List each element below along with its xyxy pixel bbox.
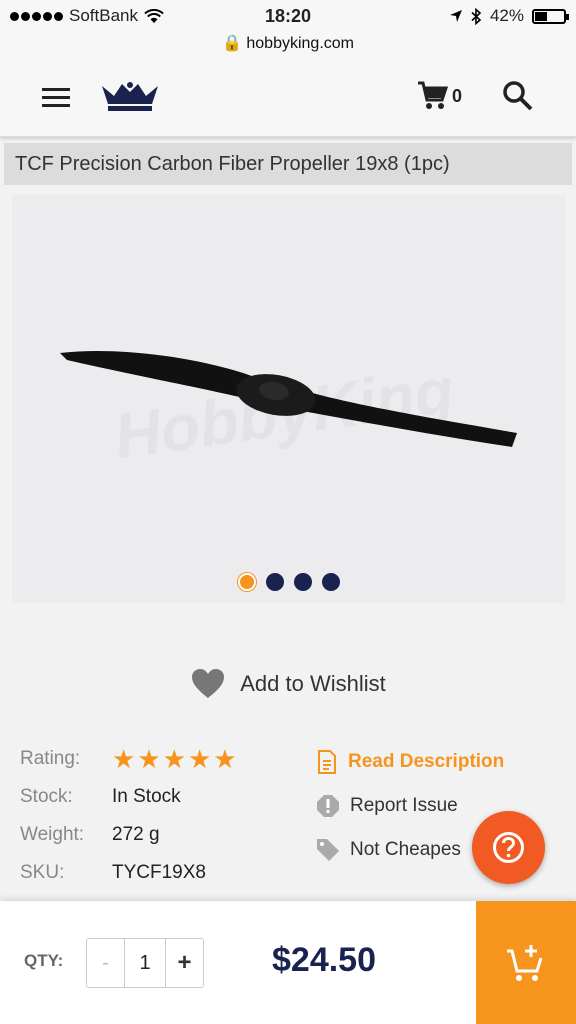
wishlist-button[interactable]: Add to Wishlist xyxy=(0,668,576,700)
read-description-link[interactable]: Read Description xyxy=(316,740,504,784)
stock-label: Stock: xyxy=(20,786,73,807)
report-issue-label: Report Issue xyxy=(350,795,458,816)
add-to-cart-icon xyxy=(507,944,543,981)
star-icon: ★ xyxy=(137,744,161,774)
star-icon: ★ xyxy=(187,744,212,774)
product-details: Rating: ★ ★ ★ ★ ★ Stock: In Stock Weight: 27… xyxy=(20,740,237,892)
weight-row: Weight: 272 g xyxy=(20,816,237,854)
star-icon: ★ xyxy=(112,744,136,774)
purchase-bar: QTY: - 1 + $24.50 xyxy=(0,901,576,1024)
sku-row: SKU: TYCF19X8 xyxy=(20,854,237,892)
qty-input[interactable]: 1 xyxy=(125,939,165,987)
rating-label: Rating: xyxy=(20,748,81,769)
stock-value: In Stock xyxy=(112,786,181,807)
document-icon xyxy=(318,750,336,774)
carousel-dot[interactable] xyxy=(293,573,312,591)
question-icon xyxy=(493,832,524,863)
weight-label: Weight: xyxy=(20,824,85,845)
carousel-dot[interactable] xyxy=(321,573,340,591)
not-cheapest-label: Not Cheapes xyxy=(350,839,461,860)
site-logo[interactable] xyxy=(100,80,160,117)
weight-value: 272 g xyxy=(112,824,160,845)
qty-decrease-button[interactable]: - xyxy=(87,939,125,987)
product-price: $24.50 xyxy=(272,941,376,979)
search-icon xyxy=(503,81,533,111)
lock-icon: 🔒 xyxy=(222,35,242,52)
qty-label: QTY: xyxy=(24,951,64,970)
product-title: TCF Precision Carbon Fiber Propeller 19x… xyxy=(15,153,450,175)
sku-value: TYCF19X8 xyxy=(112,862,206,883)
location-arrow-icon xyxy=(449,10,462,22)
wishlist-label: Add to Wishlist xyxy=(240,671,386,696)
rating-stars: ★ ★ ★ ★ ★ xyxy=(112,746,237,772)
alert-icon xyxy=(317,795,339,817)
star-icon: ★ xyxy=(213,744,237,774)
battery-fill xyxy=(535,11,547,21)
read-description-label: Read Description xyxy=(348,751,505,772)
product-image-carousel[interactable]: HobbyKing xyxy=(12,195,565,603)
site-header: 0 xyxy=(0,60,576,137)
stock-row: Stock: In Stock xyxy=(20,778,237,816)
rating-row: Rating: ★ ★ ★ ★ ★ xyxy=(20,740,237,778)
battery-percent: 42% xyxy=(489,6,524,25)
tag-icon xyxy=(317,839,339,861)
quantity-stepper: - 1 + xyxy=(86,938,204,988)
crown-logo xyxy=(102,82,158,111)
bluetooth-icon xyxy=(471,7,482,25)
heart-icon xyxy=(192,669,225,698)
battery-icon xyxy=(532,8,569,24)
help-button[interactable] xyxy=(472,811,545,884)
menu-button[interactable] xyxy=(42,88,70,112)
star-icon: ★ xyxy=(162,744,186,774)
propeller-image: HobbyKing xyxy=(60,351,517,473)
qty-increase-button[interactable]: + xyxy=(165,939,203,987)
sku-label: SKU: xyxy=(20,862,65,883)
product-title-bar: TCF Precision Carbon Fiber Propeller 19x… xyxy=(4,143,572,185)
add-to-cart-button[interactable] xyxy=(476,901,576,1024)
url-bar[interactable]: 🔒 hobbyking.com xyxy=(0,33,576,53)
carousel-dots xyxy=(12,573,565,591)
url-text: hobbyking.com xyxy=(246,35,354,52)
status-bar: SoftBank 18:20 42% 🔒 hobbyking.com xyxy=(0,0,576,60)
search-button[interactable] xyxy=(502,80,534,117)
carousel-dot[interactable] xyxy=(265,573,284,591)
status-right: 42% xyxy=(449,6,569,26)
carousel-dot[interactable] xyxy=(237,573,256,591)
cart-count: 0 xyxy=(452,85,463,106)
cart-button[interactable]: 0 xyxy=(416,80,462,112)
cart-icon xyxy=(418,81,448,109)
